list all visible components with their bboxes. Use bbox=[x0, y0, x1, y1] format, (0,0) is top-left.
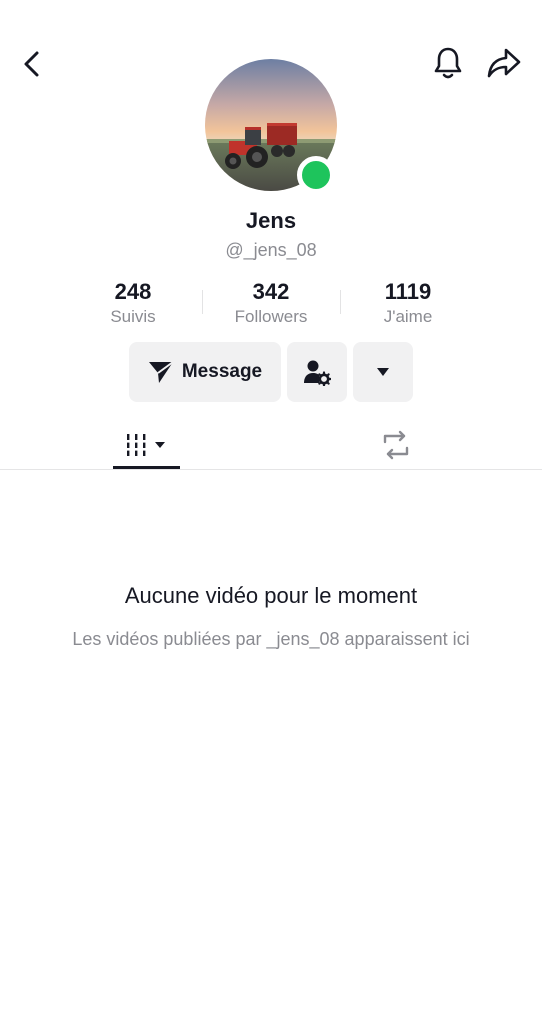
stat-following[interactable]: 248 Suivis bbox=[63, 278, 203, 328]
tab-reposts[interactable] bbox=[366, 420, 426, 470]
more-options-button[interactable] bbox=[353, 342, 413, 402]
notifications-button[interactable] bbox=[428, 42, 468, 84]
likes-count: 1119 bbox=[384, 279, 432, 304]
tab-videos[interactable] bbox=[113, 420, 180, 470]
caret-down-icon bbox=[377, 368, 389, 376]
share-arrow-icon bbox=[487, 48, 521, 78]
repost-icon bbox=[383, 430, 409, 460]
username: @_jens_08 bbox=[225, 240, 317, 260]
followers-count: 342 bbox=[252, 279, 290, 304]
chevron-left-icon bbox=[24, 51, 39, 77]
bell-icon bbox=[434, 47, 462, 79]
message-button[interactable]: Message bbox=[129, 342, 281, 402]
grid-bars-icon bbox=[124, 434, 165, 456]
add-friend-button[interactable] bbox=[287, 342, 347, 402]
stat-followers[interactable]: 342 Followers bbox=[201, 278, 341, 328]
user-settings-icon bbox=[304, 360, 331, 386]
following-label: Suivis bbox=[110, 307, 156, 326]
following-count: 248 bbox=[114, 279, 152, 304]
send-icon bbox=[148, 361, 174, 383]
back-button[interactable] bbox=[12, 44, 52, 84]
empty-state-title: Aucune vidéo pour le moment bbox=[124, 583, 418, 608]
share-button[interactable] bbox=[482, 42, 526, 84]
followers-label: Followers bbox=[234, 307, 308, 326]
profile-page: Jens @_jens_08 248 Suivis 342 Followers … bbox=[0, 0, 542, 1023]
tabs-divider bbox=[0, 469, 542, 470]
likes-label: J'aime bbox=[383, 307, 433, 326]
message-button-label: Message bbox=[181, 361, 263, 382]
display-name: Jens bbox=[245, 208, 297, 233]
stat-likes[interactable]: 1119 J'aime bbox=[338, 278, 478, 328]
online-status-indicator bbox=[297, 156, 335, 194]
empty-state-subtitle: Les vidéos publiées par _jens_08 apparai… bbox=[72, 629, 470, 649]
